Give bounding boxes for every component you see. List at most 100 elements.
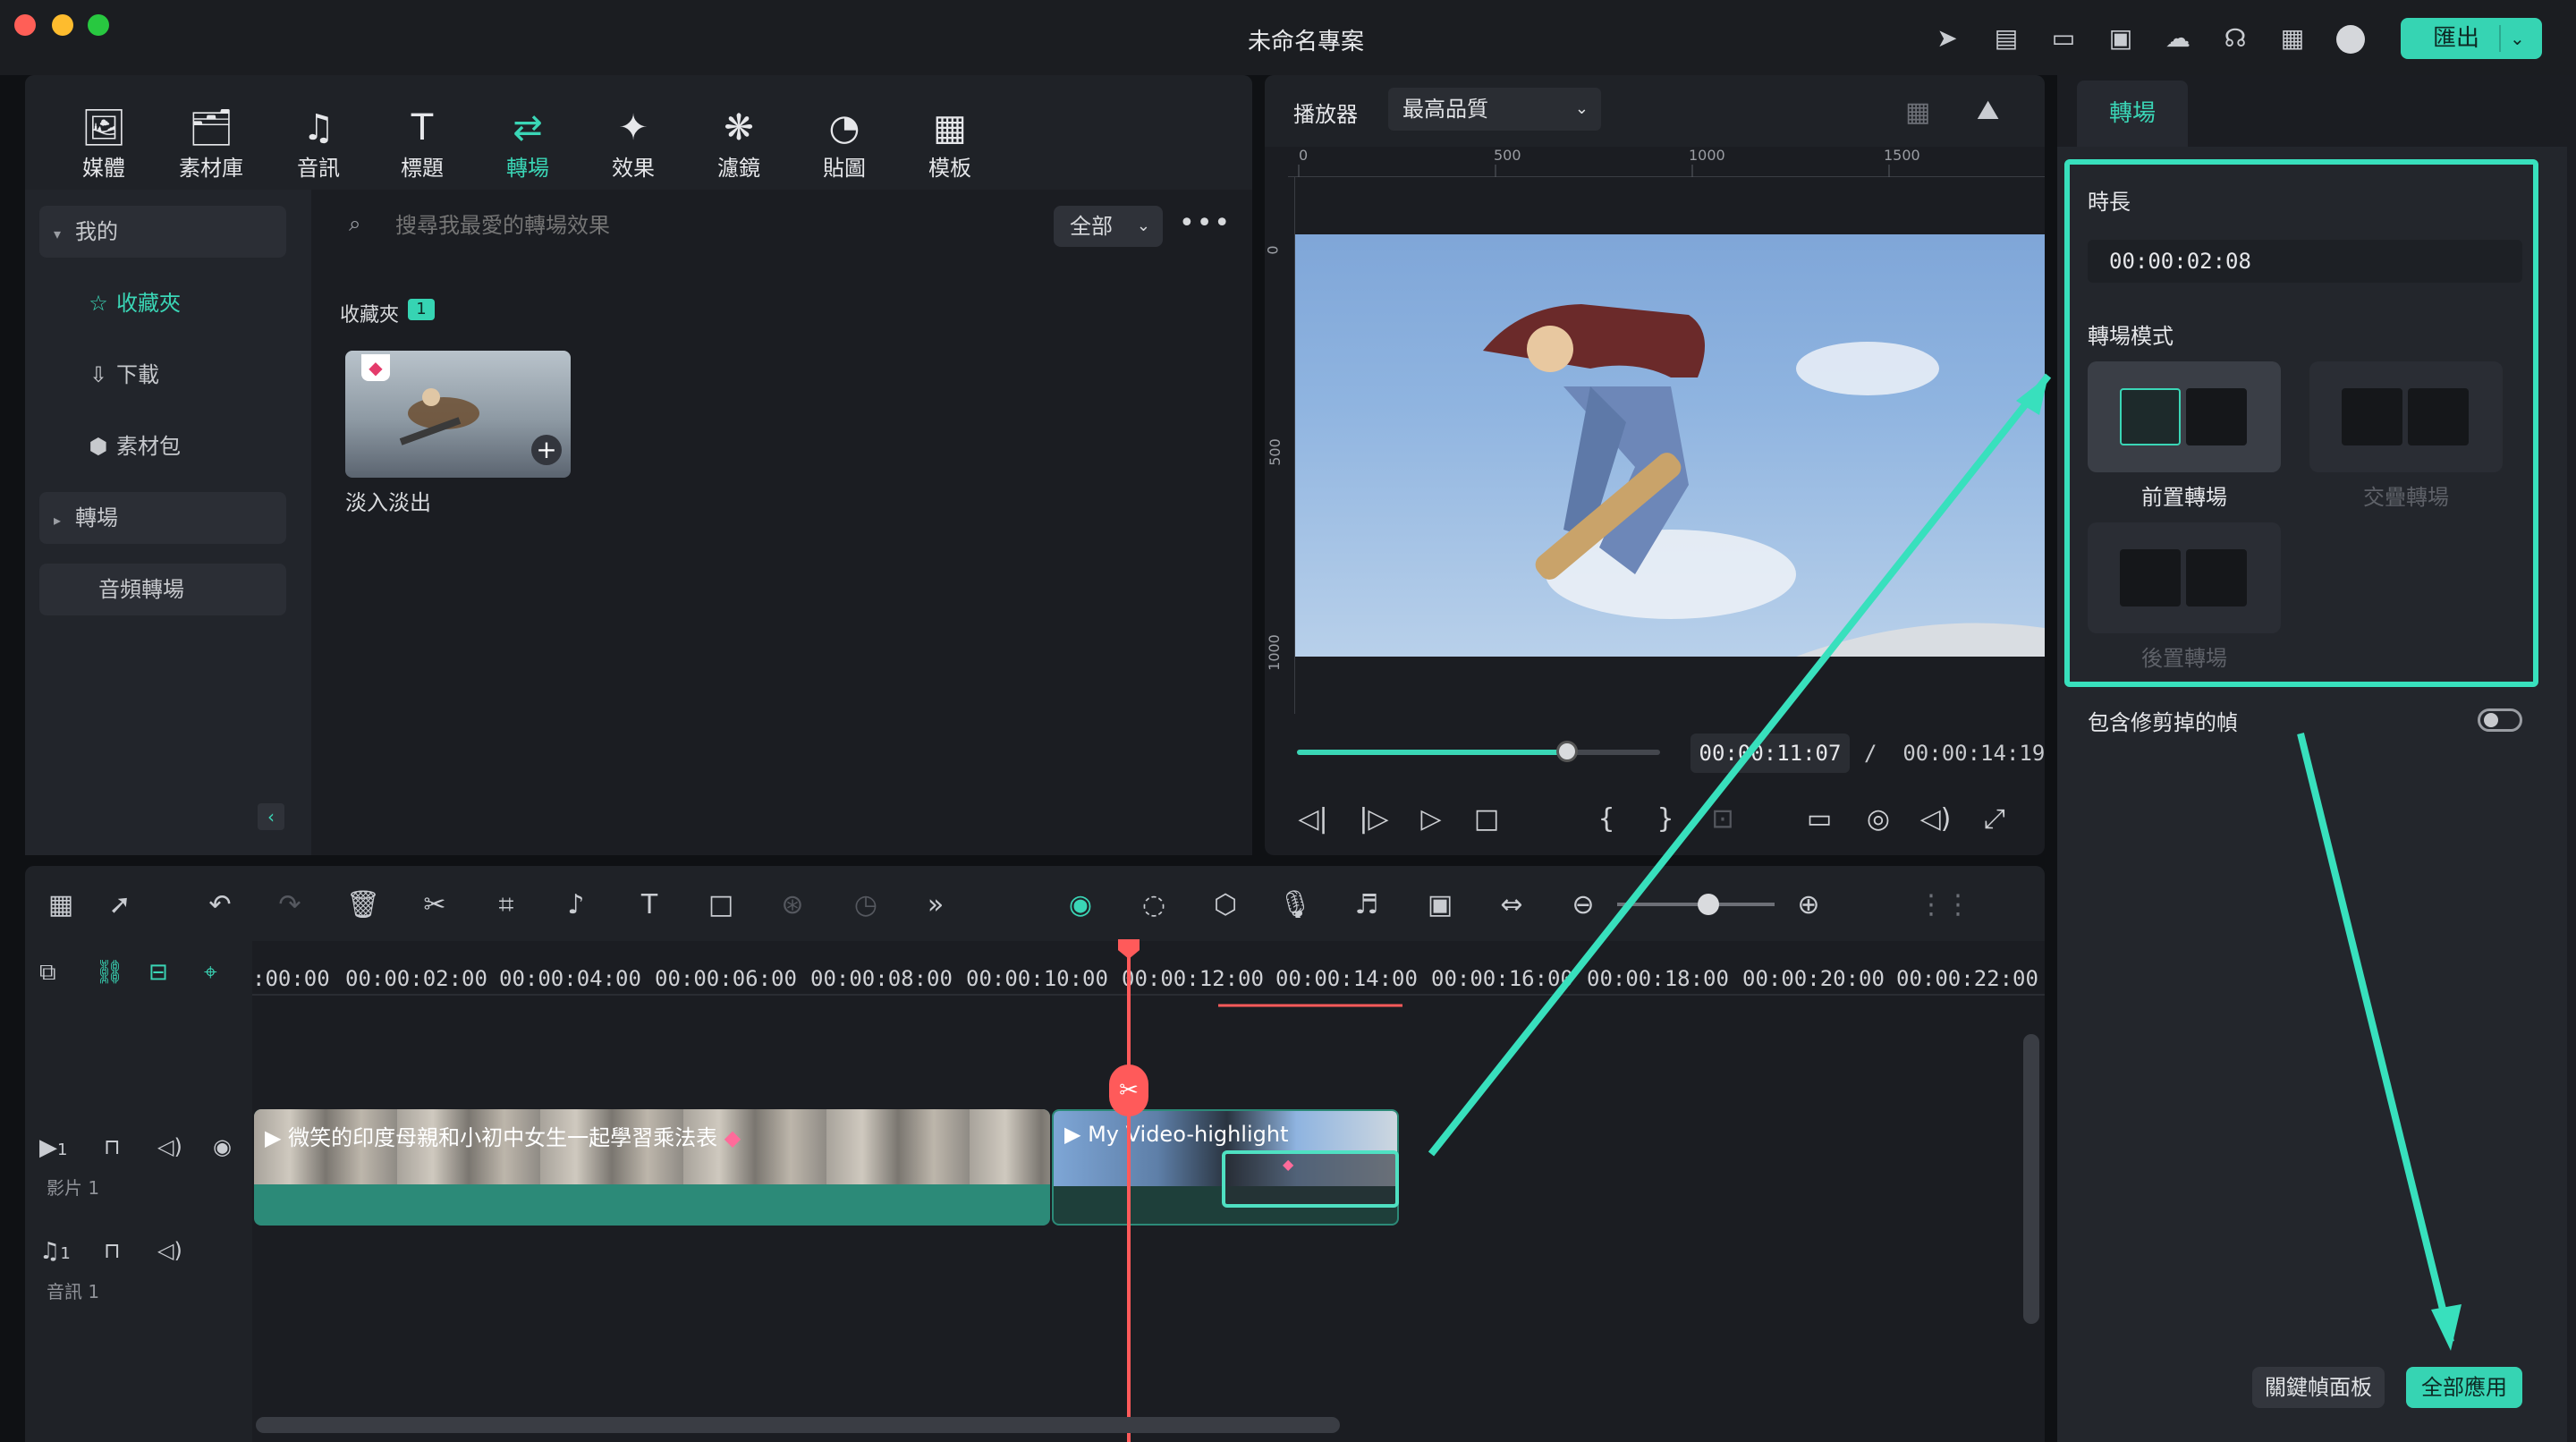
- more-icon[interactable]: •••: [1179, 208, 1232, 239]
- favorites-heading: 收藏夾: [340, 304, 400, 327]
- delete-icon[interactable]: 🗑: [343, 886, 383, 925]
- mic-icon[interactable]: 🎙: [1275, 886, 1315, 925]
- templates-icon: ▦: [933, 107, 967, 148]
- volume-icon[interactable]: ◁): [157, 1238, 182, 1263]
- filters-icon: ❋: [724, 107, 754, 148]
- export-button[interactable]: 匯出 ⌄: [2401, 18, 2542, 59]
- sidebar-item-transitions[interactable]: ▸ 轉場: [39, 492, 286, 544]
- apply-all-button[interactable]: 全部應用: [2406, 1367, 2522, 1408]
- premium-gem-icon: ◆: [1283, 1156, 1294, 1173]
- horizontal-ruler: [1288, 147, 2045, 177]
- send-icon[interactable]: ➤: [1932, 23, 1962, 54]
- playhead[interactable]: [1127, 941, 1131, 1442]
- premium-gem-icon: ◆: [361, 354, 390, 381]
- collapse-sidebar-button[interactable]: ‹: [258, 803, 284, 830]
- tab-audio[interactable]: ♫ 音訊: [274, 106, 363, 182]
- prev-frame-icon[interactable]: ◁|: [1293, 800, 1333, 839]
- audio-edit-icon[interactable]: ♪: [556, 886, 596, 925]
- lock-icon[interactable]: ⊓: [104, 1238, 121, 1263]
- tab-transitions[interactable]: ⇄ 轉場: [483, 106, 572, 182]
- speed-icon[interactable]: ◷: [846, 886, 886, 925]
- cloud-icon[interactable]: ☁: [2163, 23, 2193, 54]
- tab-media[interactable]: 🖼 媒體: [59, 106, 148, 182]
- render-icon[interactable]: ◌: [1134, 886, 1174, 925]
- sidebar-item-mine[interactable]: ▾ 我的: [39, 206, 286, 258]
- eye-icon[interactable]: ◉: [213, 1134, 232, 1159]
- sidebar-item-favorites[interactable]: ☆ 收藏夾: [39, 277, 286, 329]
- transition-block[interactable]: ◆: [1222, 1150, 1399, 1208]
- scissors-icon[interactable]: ✂: [1109, 1065, 1148, 1116]
- favorites-count-badge: 1: [408, 299, 435, 320]
- undo-icon[interactable]: ↶: [200, 886, 240, 925]
- sidebar-item-downloads[interactable]: ⇩ 下載: [39, 349, 286, 401]
- add-icon[interactable]: +: [531, 435, 562, 465]
- ai-icon[interactable]: ◉: [1061, 886, 1100, 925]
- tab-label: 效果: [612, 156, 655, 181]
- duration-field[interactable]: [2088, 240, 2522, 283]
- redo-icon[interactable]: ↷: [270, 886, 309, 925]
- lock-icon[interactable]: ⊓: [104, 1134, 121, 1159]
- link-icon[interactable]: ⛓: [95, 959, 124, 986]
- magnet-icon[interactable]: ⌖: [204, 959, 217, 987]
- tab-filters[interactable]: ❋ 濾鏡: [694, 106, 784, 182]
- apps-grid-icon[interactable]: ▦: [2277, 23, 2308, 54]
- tab-stickers[interactable]: ◔ 貼圖: [800, 106, 889, 182]
- duration-label: 時長: [2088, 190, 2131, 215]
- more-tools-icon[interactable]: »: [916, 886, 955, 925]
- snap-icon[interactable]: ⊟: [148, 959, 168, 986]
- sidebar-item-packs[interactable]: ⬢ 素材包: [39, 420, 286, 472]
- maximize-window-button[interactable]: [88, 14, 109, 36]
- video-track-name: 影片 1: [47, 1177, 100, 1199]
- layout-icon[interactable]: ▭: [2048, 23, 2079, 54]
- sidebar-label: 下載: [116, 362, 159, 387]
- mask-icon[interactable]: ⊛: [773, 886, 812, 925]
- star-icon: ☆: [89, 291, 108, 316]
- support-icon[interactable]: ☊: [2220, 23, 2250, 54]
- layout-icon[interactable]: ▦: [41, 886, 80, 925]
- text-tool-icon[interactable]: T: [630, 886, 669, 925]
- select-tool-icon[interactable]: ➚: [100, 886, 140, 925]
- shape-icon[interactable]: □: [701, 886, 741, 925]
- ruler-tick: 00:00:06:00: [655, 966, 797, 991]
- cut-icon[interactable]: ✂: [415, 886, 454, 925]
- sidebar-label: 素材包: [116, 434, 181, 459]
- transition-thumbnail[interactable]: ◆ +: [345, 351, 571, 478]
- volume-icon[interactable]: ◁): [157, 1134, 182, 1159]
- save-icon[interactable]: ▣: [2106, 23, 2136, 54]
- marker-icon[interactable]: ⬡: [1206, 886, 1245, 925]
- tasks-icon[interactable]: ▤: [1991, 23, 2021, 54]
- ruler-label: 500: [1266, 438, 1284, 466]
- tab-transition-properties[interactable]: 轉場: [2077, 81, 2188, 147]
- quality-dropdown[interactable]: 最高品質 ⌄: [1388, 88, 1601, 131]
- crop-icon[interactable]: ⌗: [487, 886, 526, 925]
- keyframe-panel-button[interactable]: 關鍵幀面板: [2252, 1367, 2385, 1408]
- video-clip[interactable]: ▶ 微笑的印度母親和小初中女生一起學習乘法表 ◆: [254, 1109, 1050, 1226]
- minimize-window-button[interactable]: [52, 14, 73, 36]
- horizontal-scrollbar[interactable]: [256, 1417, 1340, 1433]
- close-window-button[interactable]: [14, 14, 36, 36]
- export-label: 匯出: [2433, 25, 2480, 52]
- next-frame-icon[interactable]: |▷: [1354, 800, 1394, 839]
- ruler-tick: 00:00:04:00: [499, 966, 641, 991]
- tab-titles[interactable]: T 標題: [377, 106, 467, 182]
- ruler-tick: 00:00:02:00: [345, 966, 487, 991]
- sidebar-label: 音頻轉場: [98, 577, 184, 602]
- tab-label: 模板: [928, 156, 971, 181]
- chevron-down-icon: ⌄: [1574, 99, 1589, 118]
- tab-label: 轉場: [506, 156, 549, 181]
- search-input[interactable]: [331, 204, 1046, 247]
- filter-dropdown[interactable]: 全部 ⌄: [1054, 206, 1163, 247]
- chevron-down-icon[interactable]: ⌄: [2510, 18, 2525, 59]
- tab-effects[interactable]: ✦ 效果: [589, 106, 678, 182]
- audio-list-icon[interactable]: ♬: [1347, 886, 1386, 925]
- avatar[interactable]: [2336, 25, 2365, 54]
- ruler-label: 1000: [1265, 634, 1283, 671]
- add-track-icon[interactable]: ⧉: [39, 959, 56, 987]
- grid-view-icon[interactable]: ▦: [1905, 97, 1930, 128]
- sidebar-item-audio-transitions[interactable]: 音頻轉場: [39, 564, 286, 615]
- tab-label: 濾鏡: [717, 156, 760, 181]
- tab-library[interactable]: 🗂 素材庫: [166, 106, 256, 182]
- tab-label: 素材庫: [179, 156, 243, 181]
- tab-templates[interactable]: ▦ 模板: [905, 106, 995, 182]
- image-icon[interactable]: ⛰: [1977, 95, 1999, 126]
